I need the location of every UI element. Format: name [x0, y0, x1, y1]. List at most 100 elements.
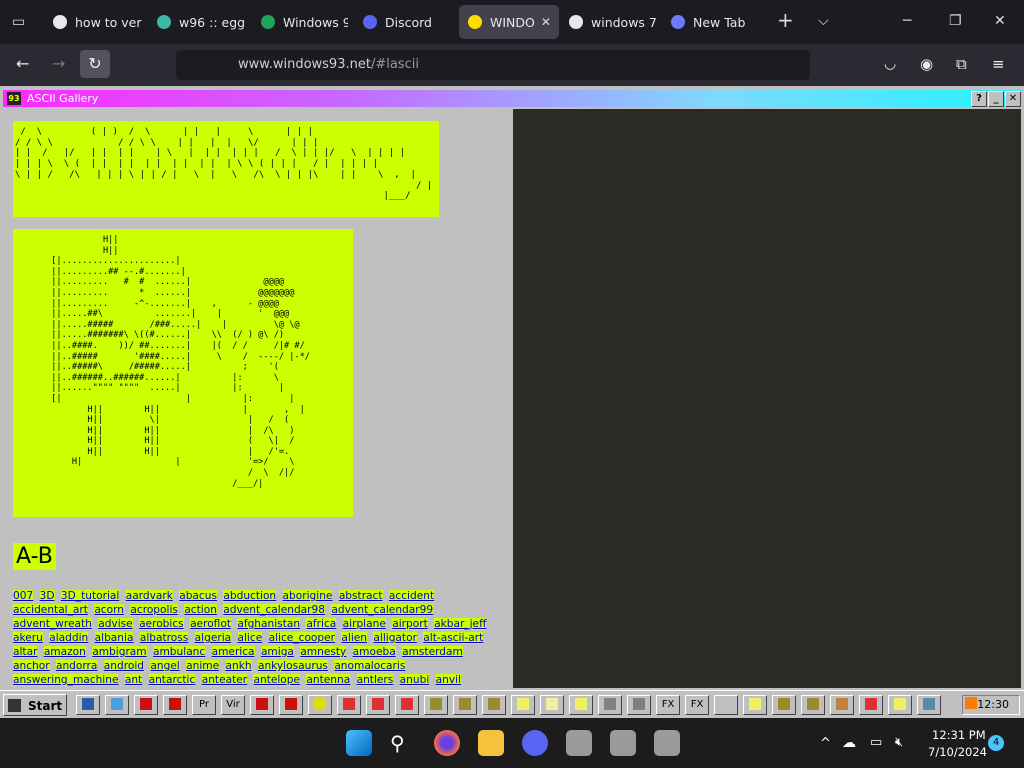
w93-taskbar-item[interactable] — [859, 695, 883, 715]
gallery-link[interactable]: antelope — [253, 674, 301, 686]
minimize-button[interactable]: _ — [988, 91, 1004, 107]
gallery-link[interactable]: ambigram — [92, 646, 147, 658]
gallery-link[interactable]: anteater — [201, 674, 248, 686]
gallery-link[interactable]: altar — [13, 646, 38, 658]
tab-0[interactable]: how to veri — [44, 5, 142, 39]
w93-taskbar-item[interactable] — [424, 695, 448, 715]
onedrive-icon[interactable]: ☁ — [842, 735, 856, 751]
w93-taskbar-item[interactable] — [250, 695, 274, 715]
volume-muted-icon[interactable]: 🔇︎ — [895, 735, 903, 750]
tab-5[interactable]: windows 7 — [560, 5, 656, 39]
gallery-link[interactable]: anvil — [435, 674, 462, 686]
firefox-icon[interactable] — [434, 730, 460, 756]
virtual-machine-icon[interactable] — [610, 730, 636, 756]
gallery-link[interactable]: antenna — [306, 674, 351, 686]
gallery-link[interactable]: anomalocaris — [334, 660, 406, 672]
w93-taskbar-item[interactable]: FX — [656, 695, 680, 715]
gallery-link[interactable]: antarctic — [148, 674, 196, 686]
display-icon[interactable]: ▭ — [870, 735, 882, 750]
gallery-link[interactable]: acorn — [94, 604, 124, 616]
w93-taskbar-item[interactable] — [888, 695, 912, 715]
w93-taskbar-item[interactable] — [163, 695, 187, 715]
gallery-link[interactable]: 007 — [13, 590, 34, 602]
w93-taskbar-item[interactable] — [395, 695, 419, 715]
gallery-link[interactable]: albatross — [139, 632, 189, 644]
gallery-link[interactable]: ankylosaurus — [257, 660, 328, 672]
minimize-window-icon[interactable]: ─ — [903, 14, 911, 28]
w93-taskbar-item[interactable] — [772, 695, 796, 715]
gallery-link[interactable]: accident — [388, 590, 435, 602]
close-button[interactable]: ✕ — [1005, 91, 1021, 107]
back-icon[interactable]: ← — [16, 56, 29, 72]
gallery-link[interactable]: alien — [341, 632, 368, 644]
gallery-link[interactable]: albania — [94, 632, 134, 644]
gallery-link[interactable]: airport — [392, 618, 428, 630]
w93-taskbar-item[interactable] — [569, 695, 593, 715]
w93-taskbar-item[interactable]: Pr — [192, 695, 216, 715]
help-button[interactable]: ? — [971, 91, 987, 107]
w93-taskbar-item[interactable] — [134, 695, 158, 715]
w93-taskbar-item[interactable] — [366, 695, 390, 715]
gallery-link[interactable]: andorra — [55, 660, 98, 672]
gallery-link[interactable]: acropolis — [130, 604, 178, 616]
extensions-icon[interactable]: ⧉ — [956, 56, 967, 72]
w93-taskbar-item[interactable] — [598, 695, 622, 715]
file-explorer-icon[interactable] — [478, 730, 504, 756]
gallery-link[interactable]: aladdin — [49, 632, 89, 644]
close-window-icon[interactable]: ✕ — [994, 14, 1006, 28]
gallery-link[interactable]: antlers — [356, 674, 394, 686]
gallery-link[interactable]: aerobics — [139, 618, 184, 630]
gallery-link[interactable]: ankh — [225, 660, 252, 672]
gallery-link[interactable]: alt-ascii-art — [423, 632, 484, 644]
gallery-link[interactable]: aeroflot — [190, 618, 231, 630]
gallery-link[interactable]: anime — [186, 660, 220, 672]
tab-3[interactable]: Discord — [354, 5, 448, 39]
gallery-link[interactable]: algeria — [194, 632, 232, 644]
gallery-link[interactable]: alligator — [373, 632, 417, 644]
tab-overview-icon[interactable]: ▭ — [12, 15, 25, 29]
address-url[interactable]: www.windows93.net/#lascii — [238, 57, 419, 72]
account-icon[interactable]: ◉ — [920, 56, 933, 72]
windows-start-icon[interactable] — [346, 730, 372, 756]
restore-window-icon[interactable]: ❐ — [949, 14, 962, 28]
w93-taskbar-item[interactable] — [743, 695, 767, 715]
clock-date[interactable]: 7/10/2024 — [928, 745, 987, 759]
gallery-link[interactable]: advise — [98, 618, 133, 630]
w93-taskbar-item[interactable]: FX — [685, 695, 709, 715]
gallery-link[interactable]: africa — [306, 618, 337, 630]
gallery-link[interactable]: advent_wreath — [13, 618, 92, 630]
w93-taskbar-item[interactable] — [540, 695, 564, 715]
gallery-link[interactable]: amiga — [260, 646, 294, 658]
w93-taskbar-item[interactable] — [482, 695, 506, 715]
discord-icon[interactable] — [522, 730, 548, 756]
gallery-link[interactable]: advent_calendar98 — [223, 604, 325, 616]
close-tab-icon[interactable]: ✕ — [541, 15, 551, 29]
w93-taskbar-item[interactable] — [279, 695, 303, 715]
gallery-link[interactable]: 3D — [39, 590, 55, 602]
gallery-link[interactable]: 3D_tutorial — [60, 590, 120, 602]
virtual-machine-icon[interactable] — [654, 730, 680, 756]
menu-icon[interactable]: ≡ — [992, 56, 1005, 72]
gallery-link[interactable]: america — [211, 646, 255, 658]
notification-badge[interactable]: 4 — [988, 735, 1004, 751]
forward-icon[interactable]: → — [52, 56, 65, 72]
gallery-link[interactable]: amnesty — [300, 646, 347, 658]
gallery-link[interactable]: abstract — [338, 590, 383, 602]
gallery-link[interactable]: afghanistan — [237, 618, 301, 630]
w93-taskbar-item[interactable] — [76, 695, 100, 715]
w93-taskbar-item[interactable] — [801, 695, 825, 715]
gallery-link[interactable]: ant — [124, 674, 143, 686]
clock-time[interactable]: 12:31 PM — [932, 728, 986, 742]
reload-icon[interactable]: ↻ — [80, 50, 110, 78]
gallery-link[interactable]: abduction — [223, 590, 277, 602]
gallery-link[interactable]: abacus — [179, 590, 217, 602]
w93-taskbar-item[interactable] — [511, 695, 535, 715]
tab-2[interactable]: Windows 9 — [252, 5, 348, 39]
start-button[interactable]: Start — [3, 694, 67, 716]
gallery-link[interactable]: amsterdam — [402, 646, 463, 658]
gallery-link[interactable]: android — [103, 660, 144, 672]
w93-taskbar-item[interactable] — [627, 695, 651, 715]
gallery-link[interactable]: aborigine — [282, 590, 333, 602]
gallery-link[interactable]: akbar_jeff — [434, 618, 487, 630]
gallery-link[interactable]: aardvark — [125, 590, 173, 602]
